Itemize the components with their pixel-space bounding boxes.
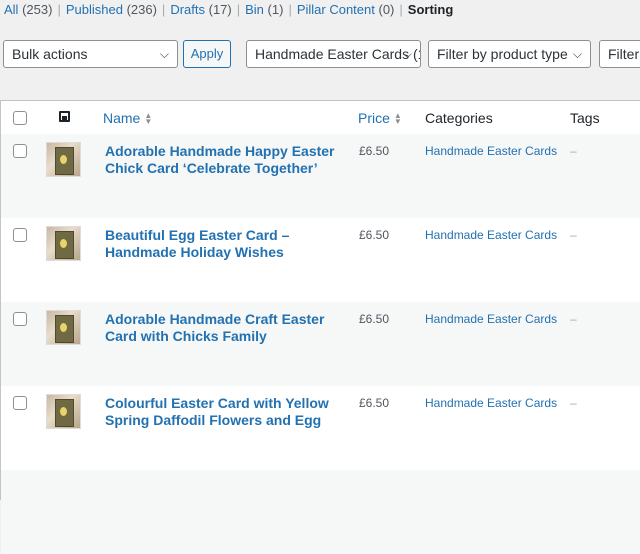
view-all-link[interactable]: All (253): [4, 2, 52, 17]
product-thumbnail[interactable]: [46, 394, 81, 429]
row-checkbox[interactable]: [13, 228, 27, 242]
view-published-count: (236): [126, 2, 157, 17]
status-filter-links: All (253) | Published (236) | Drafts (17) | Bi…: [4, 2, 453, 18]
view-pillar-label: Pillar Content: [296, 2, 375, 17]
price-header-label: Price: [358, 110, 390, 126]
stock-filter-label: Filter by: [608, 46, 640, 62]
view-drafts-label: Drafts: [170, 2, 205, 17]
table-row: Colourful Easter Card with Yellow Spring…: [1, 386, 640, 470]
product-thumbnail[interactable]: [46, 142, 81, 177]
image-icon: [59, 111, 70, 122]
view-drafts-link[interactable]: Drafts (17): [170, 2, 231, 17]
product-price: £6.50: [359, 228, 390, 242]
product-category-link[interactable]: Handmade Easter Cards: [425, 228, 557, 242]
product-price: £6.50: [359, 396, 390, 410]
table-row: [1, 470, 640, 554]
product-name-link[interactable]: Adorable Handmade Craft Easter Card with…: [105, 311, 345, 345]
view-bin-link[interactable]: Bin (1): [245, 2, 283, 17]
category-filter-label: Handmade Easter Cards (1: [255, 46, 421, 62]
product-name-link[interactable]: Adorable Handmade Happy Easter Chick Car…: [105, 143, 345, 177]
product-category-link[interactable]: Handmade Easter Cards: [425, 396, 557, 410]
product-name-link[interactable]: Colourful Easter Card with Yellow Spring…: [105, 395, 345, 429]
separator: |: [236, 2, 241, 17]
product-tags: –: [570, 144, 577, 158]
product-name-link[interactable]: Beautiful Egg Easter Card – Handmade Hol…: [105, 227, 345, 261]
product-type-filter-select[interactable]: Filter by product type ⌵: [428, 40, 591, 68]
view-sorting-link[interactable]: Sorting: [408, 2, 454, 17]
categories-column-header: Categories: [425, 110, 493, 126]
view-drafts-count: (17): [208, 2, 232, 17]
bulk-actions-label: Bulk actions: [12, 46, 88, 62]
chevron-down-icon: ⌵: [159, 47, 169, 61]
product-tags: –: [570, 396, 577, 410]
row-checkbox[interactable]: [13, 312, 27, 326]
sort-arrows-icon: ▲ ▼: [393, 111, 402, 127]
table-row: Adorable Handmade Happy Easter Chick Car…: [1, 134, 640, 218]
table-header: Name ▲ ▼ Price ▲ ▼ Categories Tags: [1, 101, 640, 135]
name-header-label: Name: [103, 110, 141, 126]
product-tags: –: [570, 312, 577, 326]
view-published-link[interactable]: Published (236): [66, 2, 157, 17]
view-bin-count: (1): [267, 2, 284, 17]
tags-column-header: Tags: [570, 110, 600, 126]
select-all-checkbox[interactable]: [13, 111, 27, 125]
product-type-filter-label: Filter by product type: [437, 46, 568, 62]
apply-button[interactable]: Apply: [183, 40, 231, 68]
separator: |: [57, 2, 61, 17]
category-filter-select[interactable]: Handmade Easter Cards (1 ⌵: [246, 40, 421, 68]
chevron-down-icon: ⌵: [572, 47, 582, 61]
product-tags: –: [570, 228, 577, 242]
row-checkbox[interactable]: [13, 396, 27, 410]
chevron-down-icon: ⌵: [402, 47, 412, 61]
bulk-actions-select[interactable]: Bulk actions ⌵: [3, 40, 178, 68]
product-category-link[interactable]: Handmade Easter Cards: [425, 144, 557, 158]
row-checkbox[interactable]: [13, 144, 27, 158]
view-pillar-count: (0): [378, 2, 395, 17]
product-price: £6.50: [359, 312, 390, 326]
name-column-header[interactable]: Name ▲ ▼: [103, 110, 152, 126]
product-category-link[interactable]: Handmade Easter Cards: [425, 312, 557, 326]
price-column-header[interactable]: Price ▲ ▼: [358, 110, 402, 126]
view-pillar-link[interactable]: Pillar Content (0): [297, 2, 395, 17]
product-price: £6.50: [359, 144, 390, 158]
view-bin-label: Bin: [245, 2, 264, 17]
separator: |: [399, 2, 403, 17]
product-thumbnail[interactable]: [46, 226, 81, 261]
table-row: Beautiful Egg Easter Card – Handmade Hol…: [1, 218, 640, 302]
view-published-label: Published: [65, 2, 123, 17]
products-table: Name ▲ ▼ Price ▲ ▼ Categories Tags Adorable …: [0, 100, 640, 554]
product-thumbnail[interactable]: [46, 310, 81, 345]
view-all-label: All: [4, 2, 19, 17]
sort-arrows-icon: ▲ ▼: [144, 111, 153, 127]
separator: |: [161, 2, 166, 17]
table-nav: Bulk actions ⌵ Apply Handmade Easter Car…: [0, 40, 640, 70]
table-row: Adorable Handmade Craft Easter Card with…: [1, 302, 640, 386]
separator: |: [288, 2, 292, 17]
view-all-count: (253): [22, 2, 53, 17]
stock-filter-select[interactable]: Filter by: [599, 40, 640, 68]
